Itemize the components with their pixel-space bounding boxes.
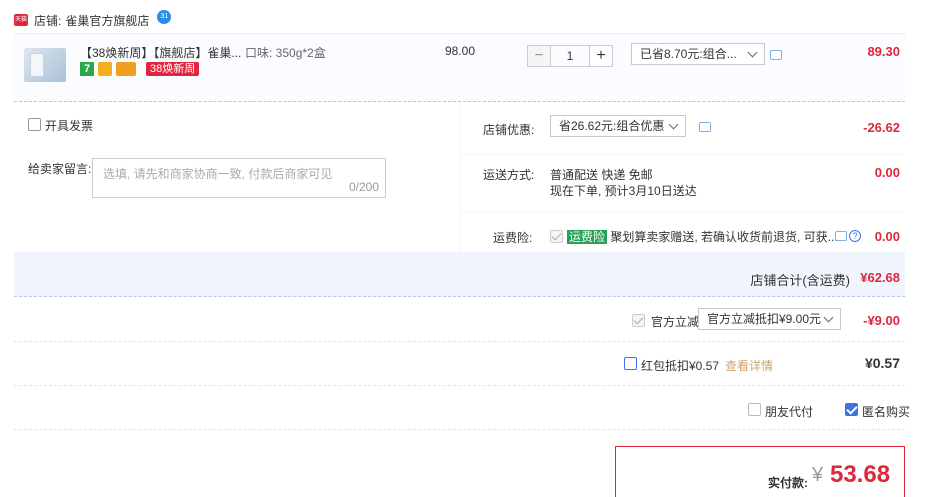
payment-total-box: 实付款: ¥ 53.68 [615, 446, 905, 497]
invoice-checkbox[interactable] [28, 118, 41, 131]
item-subtotal: 89.30 [867, 44, 900, 59]
shop-total-label: 店铺合计(含运费) [750, 273, 850, 288]
red-packet-checkbox[interactable] [624, 357, 637, 370]
shop-total-value: ¥62.68 [860, 270, 900, 285]
official-discount-select[interactable]: 官方立减抵扣¥9.00元 [698, 308, 841, 330]
insurance-checkbox [550, 230, 563, 243]
shop-discount-row: 店铺优惠: 省26.62元:组合优惠 -26.62 [461, 102, 905, 154]
message-placeholder: 选填, 请先和商家协商一致, 付款后商家可见 [103, 167, 333, 181]
item-discount-select-value: 已省8.70元:组合... [640, 47, 737, 61]
insurance-text: 聚划算卖家赠送, 若确认收货前退货, 可获... [610, 230, 838, 244]
quantity-increase-button[interactable]: + [589, 45, 613, 67]
order-options: 开具发票 给卖家留言: 选填, 请先和商家协商一致, 付款后商家可见 0/200… [14, 101, 905, 297]
anonymous-label: 匿名购买 [862, 405, 911, 419]
shop-total-row: 店铺合计(含运费) ¥62.68 [14, 252, 905, 299]
item-spec: 口味: 350g*2盒 [245, 46, 326, 60]
message-textarea[interactable]: 选填, 请先和商家协商一致, 付款后商家可见 0/200 [92, 158, 386, 198]
quantity-stepper: − 1 + [527, 45, 613, 67]
credit-card-icon [116, 62, 136, 76]
guarantee-icon [98, 62, 112, 76]
insurance-chat-icon[interactable] [835, 231, 847, 241]
payment-currency: ¥ [812, 464, 824, 486]
options-left-panel: 开具发票 给卖家留言: 选填, 请先和商家协商一致, 付款后商家可见 0/200 [14, 102, 460, 252]
wangwang-chat-icon[interactable]: 31 [157, 10, 172, 24]
seven-day-return-icon: 7 [80, 62, 94, 76]
shipping-method: 普通配送 快递 免邮 [550, 168, 653, 182]
shipping-value: 0.00 [874, 165, 900, 180]
insurance-info: 运费险 聚划算卖家赠送, 若确认收货前退货, 可获... [567, 228, 838, 245]
shop-discount-select[interactable]: 省26.62元:组合优惠 [550, 115, 686, 137]
anonymous-checkbox[interactable] [845, 403, 858, 416]
item-tags: 7 38焕新周 [80, 62, 200, 76]
shop-discount-info-icon[interactable] [699, 122, 711, 132]
official-discount-value: -¥9.00 [863, 313, 900, 328]
shop-discount-label: 店铺优惠: [483, 123, 535, 137]
red-packet-value: ¥0.57 [864, 355, 900, 371]
discount-info-icon[interactable] [770, 50, 782, 60]
official-discount-checkbox [632, 314, 645, 327]
message-counter: 0/200 [348, 180, 379, 194]
insurance-value: 0.00 [874, 229, 900, 244]
shop-discount-select-value: 省26.62元:组合优惠 [559, 119, 665, 133]
insurance-tag: 运费险 [567, 230, 608, 244]
friend-pay-checkbox[interactable] [748, 403, 761, 416]
payment-amount: 53.68 [830, 461, 891, 488]
official-discount-label: 官方立减 [651, 315, 700, 329]
insurance-help-icon[interactable]: ? [849, 230, 861, 242]
unit-price: 98.00 [445, 44, 476, 58]
red-packet-detail-link[interactable]: 查看详情 [725, 357, 773, 374]
product-thumbnail[interactable] [24, 48, 66, 82]
official-discount-select-value: 官方立减抵扣¥9.00元 [707, 312, 822, 326]
quantity-input[interactable]: 1 [551, 45, 589, 67]
tmall-badge-icon: 天猫 [14, 14, 28, 26]
invoice-label: 开具发票 [45, 119, 94, 133]
item-discount-select[interactable]: 已省8.70元:组合... [631, 43, 765, 65]
insurance-row: 运费险: 运费险 聚划算卖家赠送, 若确认收货前退货, 可获... ? 0.00 [461, 212, 905, 252]
quantity-decrease-button[interactable]: − [527, 45, 551, 67]
message-label: 给卖家留言: [28, 162, 92, 176]
insurance-label: 运费险: [493, 231, 533, 245]
friend-pay-label: 朋友代付 [765, 405, 814, 419]
divider [14, 429, 905, 430]
shipping-label: 运送方式: [483, 168, 535, 182]
shop-label: 店铺: [34, 13, 62, 28]
red-packet-label: 红包抵扣¥0.57 [641, 359, 720, 373]
payment-label: 实付款: [768, 476, 808, 490]
shop-header: 天猫 店铺: 雀巢官方旗舰店 31 [14, 10, 172, 30]
shipping-row: 运送方式: 普通配送 快递 免邮 现在下单, 预计3月10日送达 0.00 [461, 155, 905, 211]
promo-tag: 38焕新周 [146, 62, 200, 76]
shop-name-link[interactable]: 雀巢官方旗舰店 [65, 12, 149, 29]
item-title-link[interactable]: 【38焕新周】【旗舰店】雀巢... [80, 44, 241, 61]
shop-discount-value: -26.62 [863, 120, 900, 135]
shipping-eta: 现在下单, 预计3月10日送达 [550, 184, 697, 198]
divider [14, 341, 905, 342]
divider [14, 385, 905, 386]
item-row: 【38焕新周】【旗舰店】雀巢... 口味: 350g*2盒 7 38焕新周 98… [14, 33, 905, 101]
